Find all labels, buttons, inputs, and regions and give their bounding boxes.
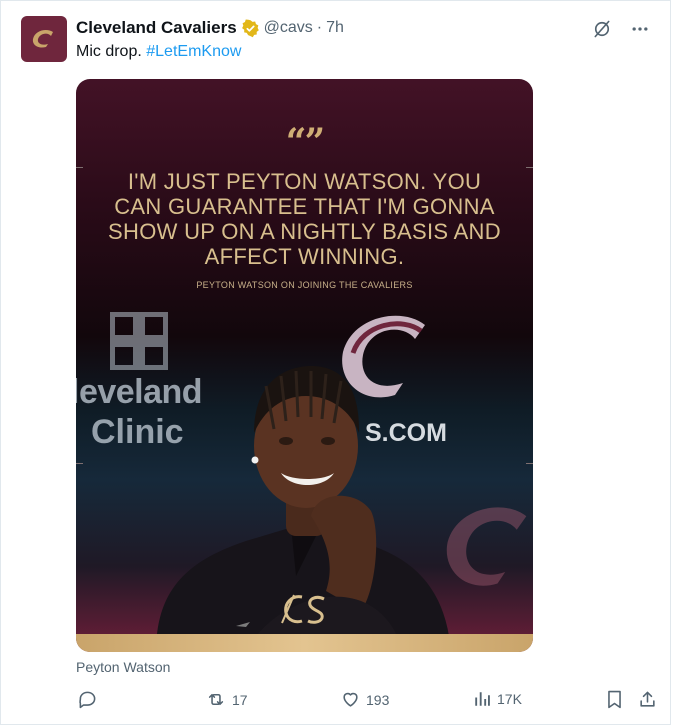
grok-icon[interactable]: [592, 19, 612, 39]
views-chart-icon: [475, 692, 490, 706]
reply-icon: [79, 691, 96, 709]
like-button[interactable]: 193: [341, 690, 389, 709]
author-name[interactable]: Cleveland Cavaliers: [76, 18, 237, 38]
media-caption[interactable]: Peyton Watson: [76, 659, 170, 675]
author-handle[interactable]: @cavs: [264, 19, 313, 37]
quote-marks: “”: [285, 121, 325, 163]
frame-tick: [76, 167, 83, 168]
like-count: 193: [366, 691, 390, 708]
share-button[interactable]: [638, 690, 657, 709]
cavaliers-c-logo-icon: [32, 30, 53, 48]
hashtag-link[interactable]: #LetEmKnow: [146, 43, 241, 60]
share-icon: [640, 691, 655, 707]
separator-dot: ·: [316, 19, 323, 36]
gold-footer-bar: [76, 634, 533, 652]
frame-tick: [76, 463, 83, 464]
timestamp[interactable]: 7h: [326, 19, 344, 37]
tweet-image[interactable]: “” I'M JUST PEYTON WATSON. YOU CAN GUARA…: [76, 79, 533, 652]
reply-button[interactable]: [78, 690, 97, 709]
verified-badge-icon: [241, 18, 260, 38]
tweet-actions: 17 193 17K: [76, 690, 658, 712]
cavaliers-cs-mark-icon: [281, 594, 325, 624]
views-count: 17K: [497, 691, 522, 707]
views-button[interactable]: 17K: [473, 690, 522, 708]
quote-text: I'M JUST PEYTON WATSON. YOU CAN GUARANTE…: [108, 169, 501, 269]
frame-tick: [526, 463, 533, 464]
quote-attribution: PEYTON WATSON ON JOINING THE CAVALIERS: [196, 280, 413, 290]
tweet-text-body: Mic drop.: [76, 43, 142, 60]
frame-tick: [526, 167, 533, 168]
bookmark-button[interactable]: [606, 690, 623, 709]
bookmark-icon: [608, 690, 621, 709]
repost-icon: [208, 693, 224, 706]
tweet-text: Mic drop. #LetEmKnow: [76, 43, 241, 61]
more-options-icon[interactable]: [630, 19, 650, 39]
avatar[interactable]: [21, 16, 67, 62]
tweet-card[interactable]: Cleveland Cavaliers @cavs · 7h Mic drop.…: [0, 0, 671, 725]
heart-icon: [343, 692, 358, 707]
repost-button[interactable]: 17: [206, 690, 248, 709]
tweet-header: Cleveland Cavaliers @cavs · 7h: [76, 17, 650, 39]
repost-count: 17: [232, 691, 248, 708]
